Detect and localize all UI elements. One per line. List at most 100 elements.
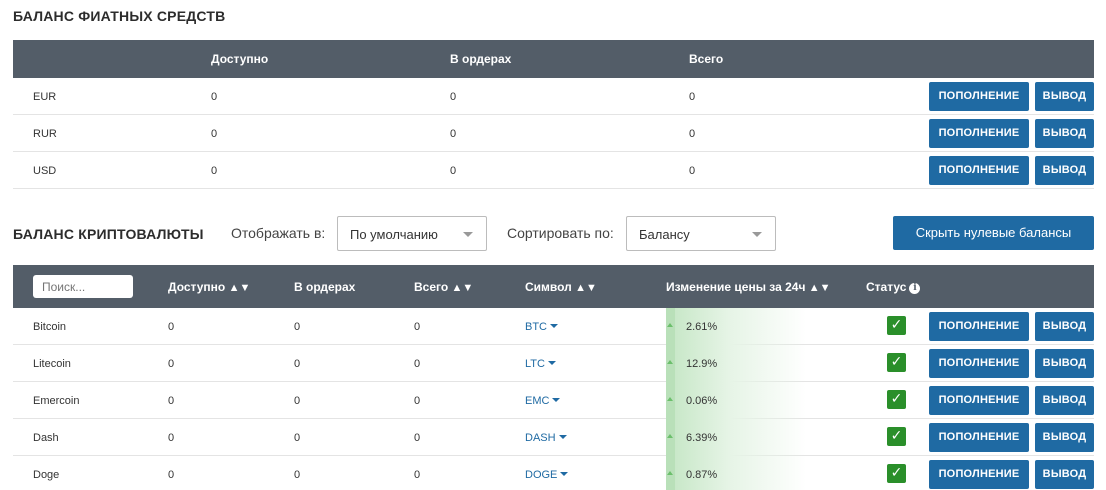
orders-value: 0 bbox=[294, 469, 301, 481]
coin-name: Dash bbox=[33, 432, 59, 444]
coin-name: Bitcoin bbox=[33, 321, 67, 333]
symbol-dropdown[interactable]: LTC bbox=[525, 358, 556, 370]
withdraw-button[interactable]: ВЫВОД bbox=[1035, 423, 1094, 452]
deposit-button[interactable]: ПОПОЛНЕНИЕ bbox=[929, 119, 1029, 148]
arrow-up-icon bbox=[667, 434, 673, 438]
deposit-button[interactable]: ПОПОЛНЕНИЕ bbox=[929, 349, 1029, 378]
available-value: 0 bbox=[211, 128, 218, 140]
change-up-indicator bbox=[666, 382, 675, 419]
total-value: 0 bbox=[414, 321, 421, 333]
available-value: 0 bbox=[211, 165, 218, 177]
sort-by-label: Сортировать по: bbox=[507, 225, 614, 241]
sort-arrows-icon: ▲▼ bbox=[575, 282, 597, 294]
withdraw-button[interactable]: ВЫВОД bbox=[1035, 119, 1094, 148]
table-row: Bitcoin 0 0 0 BTC 2.61% ✓ ПОПОЛНЕНИЕ ВЫВ… bbox=[13, 308, 1094, 345]
table-row: Dash 0 0 0 DASH 6.39% ✓ ПОПОЛНЕНИЕ ВЫВОД bbox=[13, 419, 1094, 456]
caret-down-icon bbox=[752, 232, 762, 237]
total-value: 0 bbox=[414, 432, 421, 444]
withdraw-button[interactable]: ВЫВОД bbox=[1035, 386, 1094, 415]
crypto-table: Доступно ▲▼ В ордерах Всего ▲▼ Символ ▲▼… bbox=[13, 265, 1094, 490]
available-value: 0 bbox=[211, 91, 218, 103]
deposit-button[interactable]: ПОПОЛНЕНИЕ bbox=[929, 82, 1029, 111]
caret-down-icon bbox=[552, 398, 561, 402]
display-in-select[interactable]: По умолчанию bbox=[337, 216, 487, 251]
col-orders: В ордерах bbox=[294, 280, 356, 294]
orders-value: 0 bbox=[450, 165, 457, 177]
deposit-button[interactable]: ПОПОЛНЕНИЕ bbox=[929, 460, 1029, 489]
available-value: 0 bbox=[168, 321, 175, 333]
caret-down-icon bbox=[560, 472, 569, 476]
display-in-label: Отображать в: bbox=[231, 225, 326, 241]
symbol-dropdown[interactable]: EMC bbox=[525, 395, 561, 407]
currency-code: RUR bbox=[33, 128, 57, 140]
change-up-indicator bbox=[666, 419, 675, 456]
fiat-balance-title: БАЛАНС ФИАТНЫХ СРЕДСТВ bbox=[13, 8, 226, 24]
sort-by-select[interactable]: Балансу bbox=[626, 216, 776, 251]
withdraw-button[interactable]: ВЫВОД bbox=[1035, 349, 1094, 378]
orders-value: 0 bbox=[294, 395, 301, 407]
total-value: 0 bbox=[414, 395, 421, 407]
withdraw-button[interactable]: ВЫВОД bbox=[1035, 156, 1094, 185]
arrow-up-icon bbox=[667, 360, 673, 364]
checkmark-icon: ✓ bbox=[887, 427, 906, 446]
total-value: 0 bbox=[689, 91, 696, 103]
symbol-dropdown[interactable]: DASH bbox=[525, 432, 567, 444]
available-value: 0 bbox=[168, 395, 175, 407]
coin-name: Litecoin bbox=[33, 358, 71, 370]
col-available: Доступно bbox=[211, 52, 269, 66]
info-icon[interactable]: i bbox=[909, 283, 921, 294]
total-value: 0 bbox=[414, 358, 421, 370]
withdraw-button[interactable]: ВЫВОД bbox=[1035, 82, 1094, 111]
crypto-table-header: Доступно ▲▼ В ордерах Всего ▲▼ Символ ▲▼… bbox=[13, 265, 1094, 308]
deposit-button[interactable]: ПОПОЛНЕНИЕ bbox=[929, 423, 1029, 452]
deposit-button[interactable]: ПОПОЛНЕНИЕ bbox=[929, 156, 1029, 185]
search-input[interactable] bbox=[33, 275, 133, 298]
change-value: 0.06% bbox=[686, 395, 718, 407]
col-change-sort[interactable]: Изменение цены за 24ч ▲▼ bbox=[666, 280, 831, 294]
sort-by-value: Балансу bbox=[639, 227, 690, 242]
col-available-sort[interactable]: Доступно ▲▼ bbox=[168, 280, 250, 294]
col-symbol: Символ bbox=[525, 280, 572, 294]
caret-down-icon bbox=[550, 324, 558, 328]
checkmark-icon: ✓ bbox=[887, 464, 906, 483]
change-value: 12.9% bbox=[686, 358, 718, 370]
deposit-button[interactable]: ПОПОЛНЕНИЕ bbox=[929, 386, 1029, 415]
available-value: 0 bbox=[168, 358, 175, 370]
table-row: EUR 0 0 0 ПОПОЛНЕНИЕ ВЫВОД bbox=[13, 78, 1094, 115]
fiat-table: Доступно В ордерах Всего EUR 0 0 0 ПОПОЛ… bbox=[13, 40, 1094, 189]
arrow-up-icon bbox=[667, 323, 673, 327]
caret-down-icon bbox=[463, 232, 473, 237]
coin-name: Emercoin bbox=[33, 395, 80, 407]
table-row: RUR 0 0 0 ПОПОЛНЕНИЕ ВЫВОД bbox=[13, 115, 1094, 152]
currency-code: USD bbox=[33, 165, 57, 177]
deposit-button[interactable]: ПОПОЛНЕНИЕ bbox=[929, 312, 1029, 341]
orders-value: 0 bbox=[294, 358, 301, 370]
hide-zero-balances-button[interactable]: Скрыть нулевые балансы bbox=[893, 216, 1094, 250]
col-orders: В ордерах bbox=[450, 52, 512, 66]
col-change: Изменение цены за 24ч bbox=[666, 280, 806, 294]
table-row: Litecoin 0 0 0 LTC 12.9% ✓ ПОПОЛНЕНИЕ ВЫ… bbox=[13, 345, 1094, 382]
col-symbol-sort[interactable]: Символ ▲▼ bbox=[525, 280, 597, 294]
withdraw-button[interactable]: ВЫВОД bbox=[1035, 460, 1094, 489]
symbol-dropdown[interactable]: DOGE bbox=[525, 469, 569, 481]
orders-value: 0 bbox=[294, 321, 301, 333]
fiat-table-header: Доступно В ордерах Всего bbox=[13, 40, 1094, 78]
total-value: 0 bbox=[414, 469, 421, 481]
checkmark-icon: ✓ bbox=[887, 390, 906, 409]
crypto-balance-title: БАЛАНС КРИПТОВАЛЮТЫ bbox=[13, 226, 204, 242]
display-in-value: По умолчанию bbox=[350, 227, 438, 242]
withdraw-button[interactable]: ВЫВОД bbox=[1035, 312, 1094, 341]
table-row: Emercoin 0 0 0 EMC 0.06% ✓ ПОПОЛНЕНИЕ ВЫ… bbox=[13, 382, 1094, 419]
currency-code: EUR bbox=[33, 91, 57, 103]
orders-value: 0 bbox=[450, 128, 457, 140]
sort-arrows-icon: ▲▼ bbox=[451, 282, 474, 294]
change-up-indicator bbox=[666, 456, 675, 490]
col-total: Всего bbox=[689, 52, 724, 66]
table-row: Doge 0 0 0 DOGE 0.87% ✓ ПОПОЛНЕНИЕ ВЫВОД bbox=[13, 456, 1094, 490]
orders-value: 0 bbox=[294, 432, 301, 444]
col-total-sort[interactable]: Всего ▲▼ bbox=[414, 280, 473, 294]
arrow-up-icon bbox=[667, 471, 673, 475]
caret-down-icon bbox=[547, 361, 556, 365]
symbol-dropdown[interactable]: BTC bbox=[525, 321, 558, 333]
checkmark-icon: ✓ bbox=[887, 353, 906, 372]
